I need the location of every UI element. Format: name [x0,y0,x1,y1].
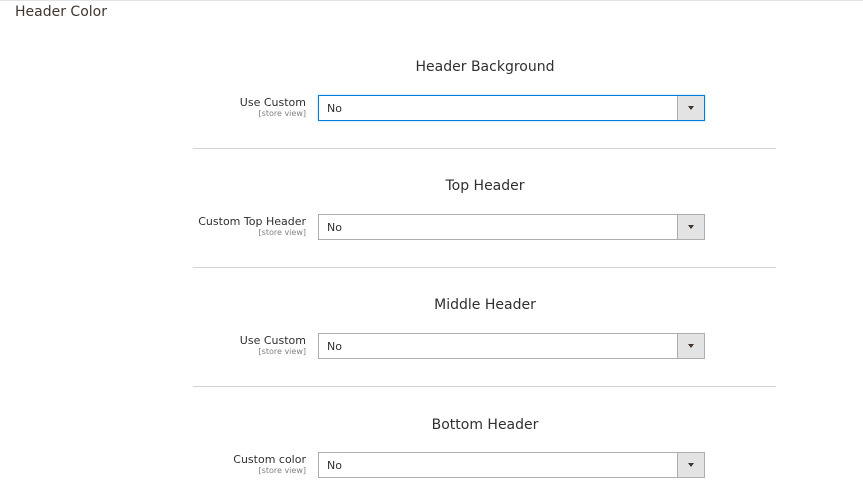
custom-top-header-select[interactable]: No [318,214,705,240]
divider [193,267,776,268]
field-label-text: Use Custom [239,334,306,347]
field-label: Use Custom [store view] [240,334,306,356]
use-custom-middle-header-select[interactable]: No [318,333,705,359]
field-label-text: Custom color [233,453,306,466]
select-value: No [327,221,342,234]
dropdown-toggle[interactable] [677,96,704,120]
chevron-down-icon [688,106,694,110]
select-value: No [327,340,342,353]
group-heading: Header Background [415,59,555,75]
use-custom-header-background-select[interactable]: No [318,95,705,121]
group-heading: Top Header [445,178,525,194]
group-heading: Bottom Header [431,417,539,433]
field-label: Use Custom [store view] [240,96,306,118]
divider [193,148,776,149]
dropdown-toggle[interactable] [677,334,704,358]
select-value: No [327,102,342,115]
select-value: No [327,459,342,472]
scope-label: [store view] [258,466,306,475]
scope-label: [store view] [258,228,306,237]
config-page: Header Color Header Background Use Custo… [0,0,863,488]
chevron-down-icon [688,463,694,467]
field-label: Custom Top Header [store view] [198,215,306,237]
custom-color-bottom-header-select[interactable]: No [318,452,705,478]
scope-label: [store view] [258,347,306,356]
dropdown-toggle[interactable] [677,453,704,477]
section-title-header-color[interactable]: Header Color [15,4,107,20]
group-heading: Middle Header [434,297,536,313]
field-label-text: Custom Top Header [198,215,306,228]
field-label: Custom color [store view] [233,453,306,475]
divider [193,386,776,387]
scope-label: [store view] [258,109,306,118]
chevron-down-icon [688,225,694,229]
chevron-down-icon [688,344,694,348]
dropdown-toggle[interactable] [677,215,704,239]
field-label-text: Use Custom [239,96,306,109]
